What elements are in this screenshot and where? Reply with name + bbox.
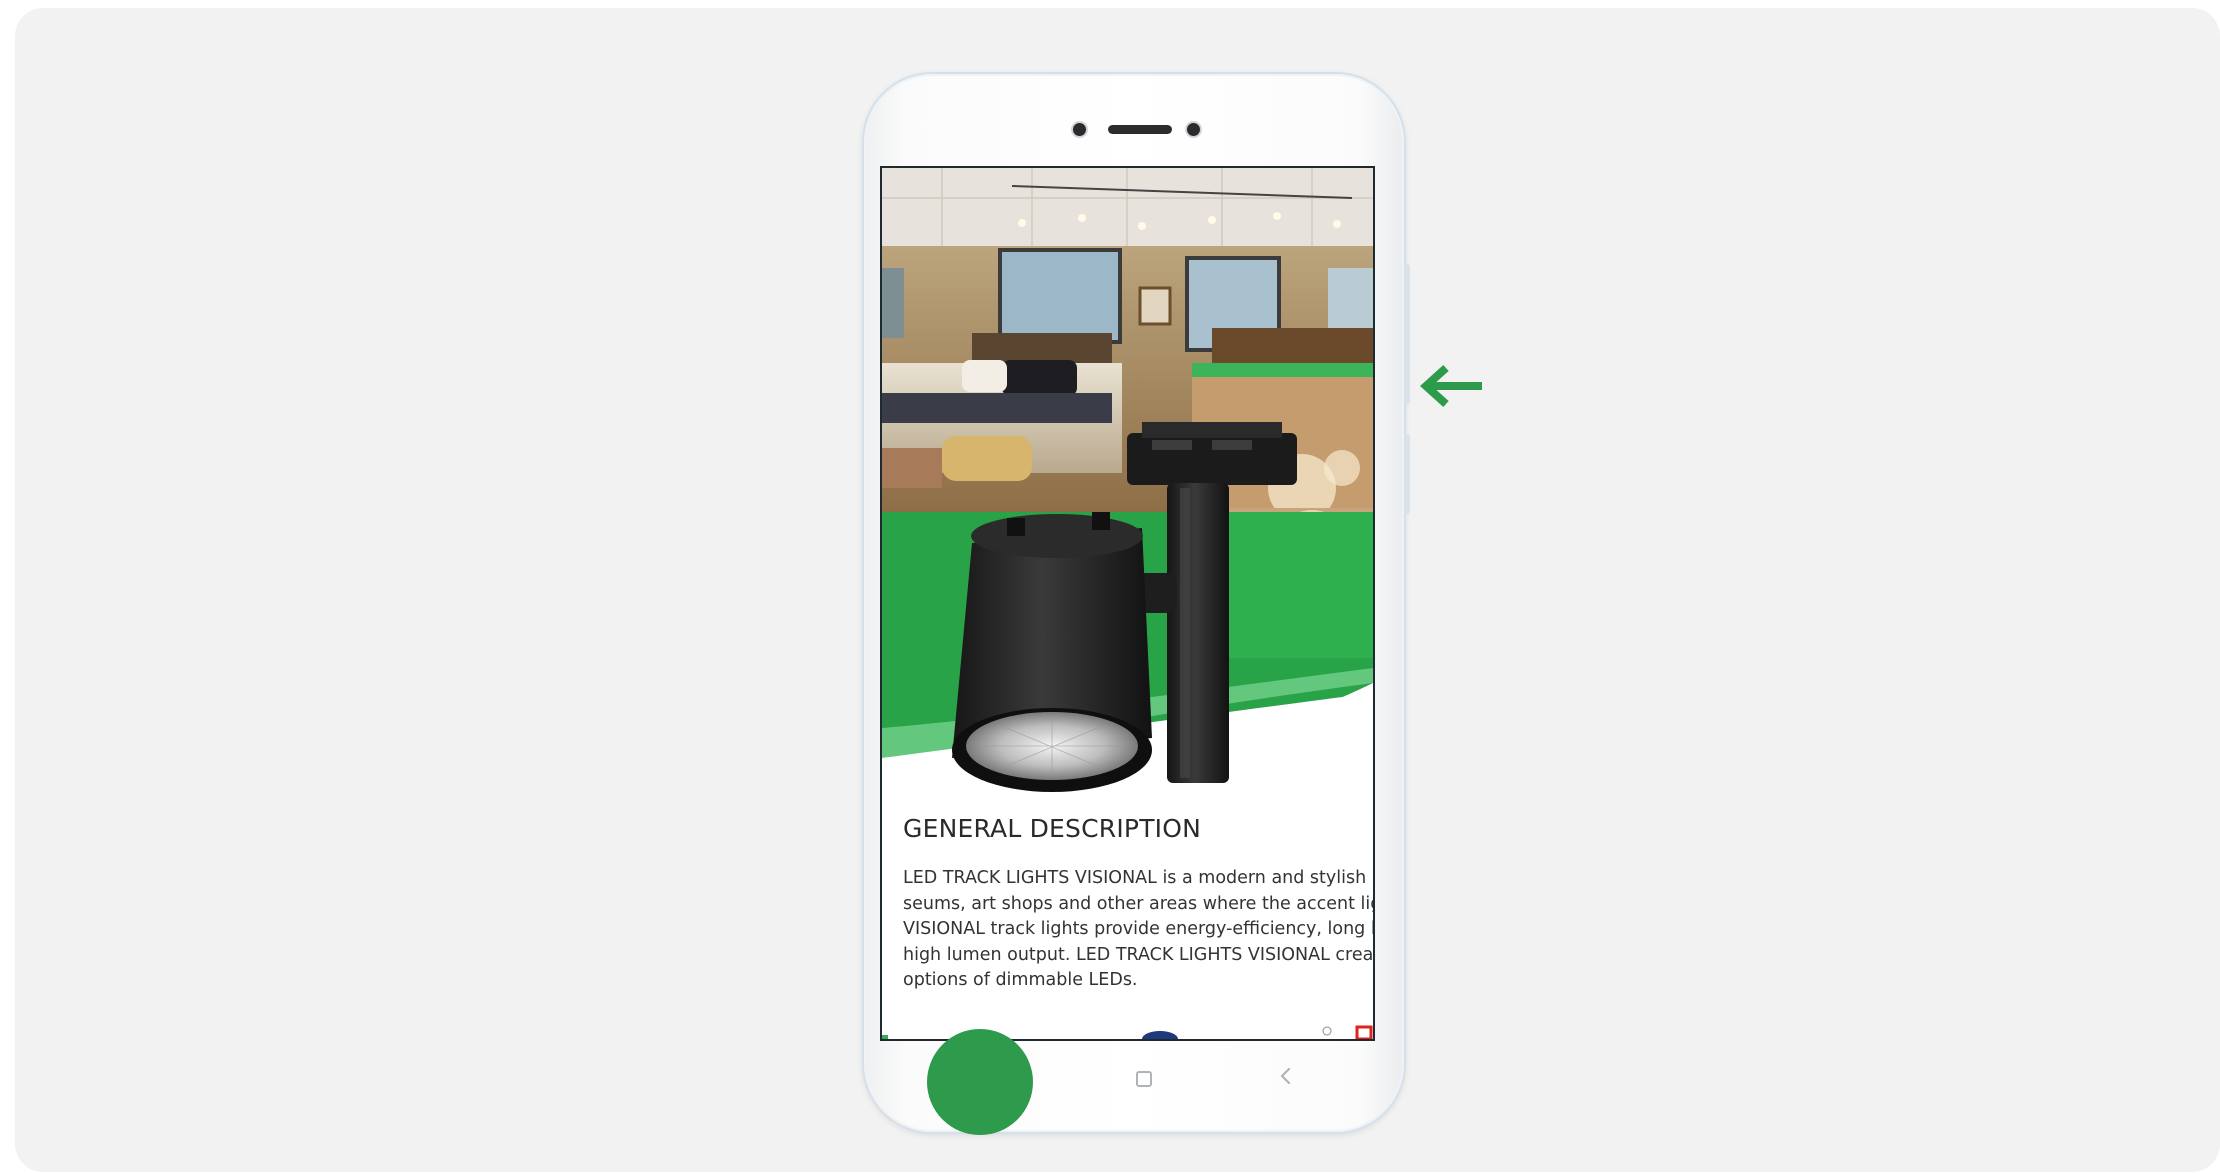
earpiece-speaker: [1108, 125, 1172, 134]
volume-button[interactable]: [1405, 264, 1410, 404]
phone-screen[interactable]: GENERAL DESCRIPTION LED TRACK LIGHTS VIS…: [880, 166, 1375, 1041]
chevron-left-back-icon[interactable]: [1274, 1064, 1298, 1088]
description-line: VISIONAL track lights provide energy-eff…: [903, 919, 1373, 939]
general-description-title: GENERAL DESCRIPTION: [903, 814, 1202, 843]
description-line: LED TRACK LIGHTS VISIONAL is a modern an…: [903, 868, 1373, 888]
front-camera-icon: [1073, 123, 1086, 136]
phone-frame: GENERAL DESCRIPTION LED TRACK LIGHTS VIS…: [862, 72, 1410, 1134]
description-line: seums, art shops and other areas where t…: [903, 893, 1373, 914]
description-line: options of dimmable LEDs.: [903, 970, 1138, 990]
sensor-icon: [1187, 123, 1200, 136]
tap-indicator: [927, 1029, 1033, 1135]
track-light-product-icon: [952, 422, 1297, 792]
general-description-text: LED TRACK LIGHTS VISIONAL is a modern an…: [903, 866, 1373, 994]
phone-top-bar: [864, 114, 1404, 144]
arrow-left-icon: [1420, 365, 1482, 407]
description-line: high lumen output. LED TRACK LIGHTS VISI…: [903, 944, 1373, 965]
square-home-icon[interactable]: [1136, 1071, 1152, 1087]
power-button[interactable]: [1405, 434, 1410, 514]
canvas-background: GENERAL DESCRIPTION LED TRACK LIGHTS VIS…: [15, 8, 2220, 1172]
